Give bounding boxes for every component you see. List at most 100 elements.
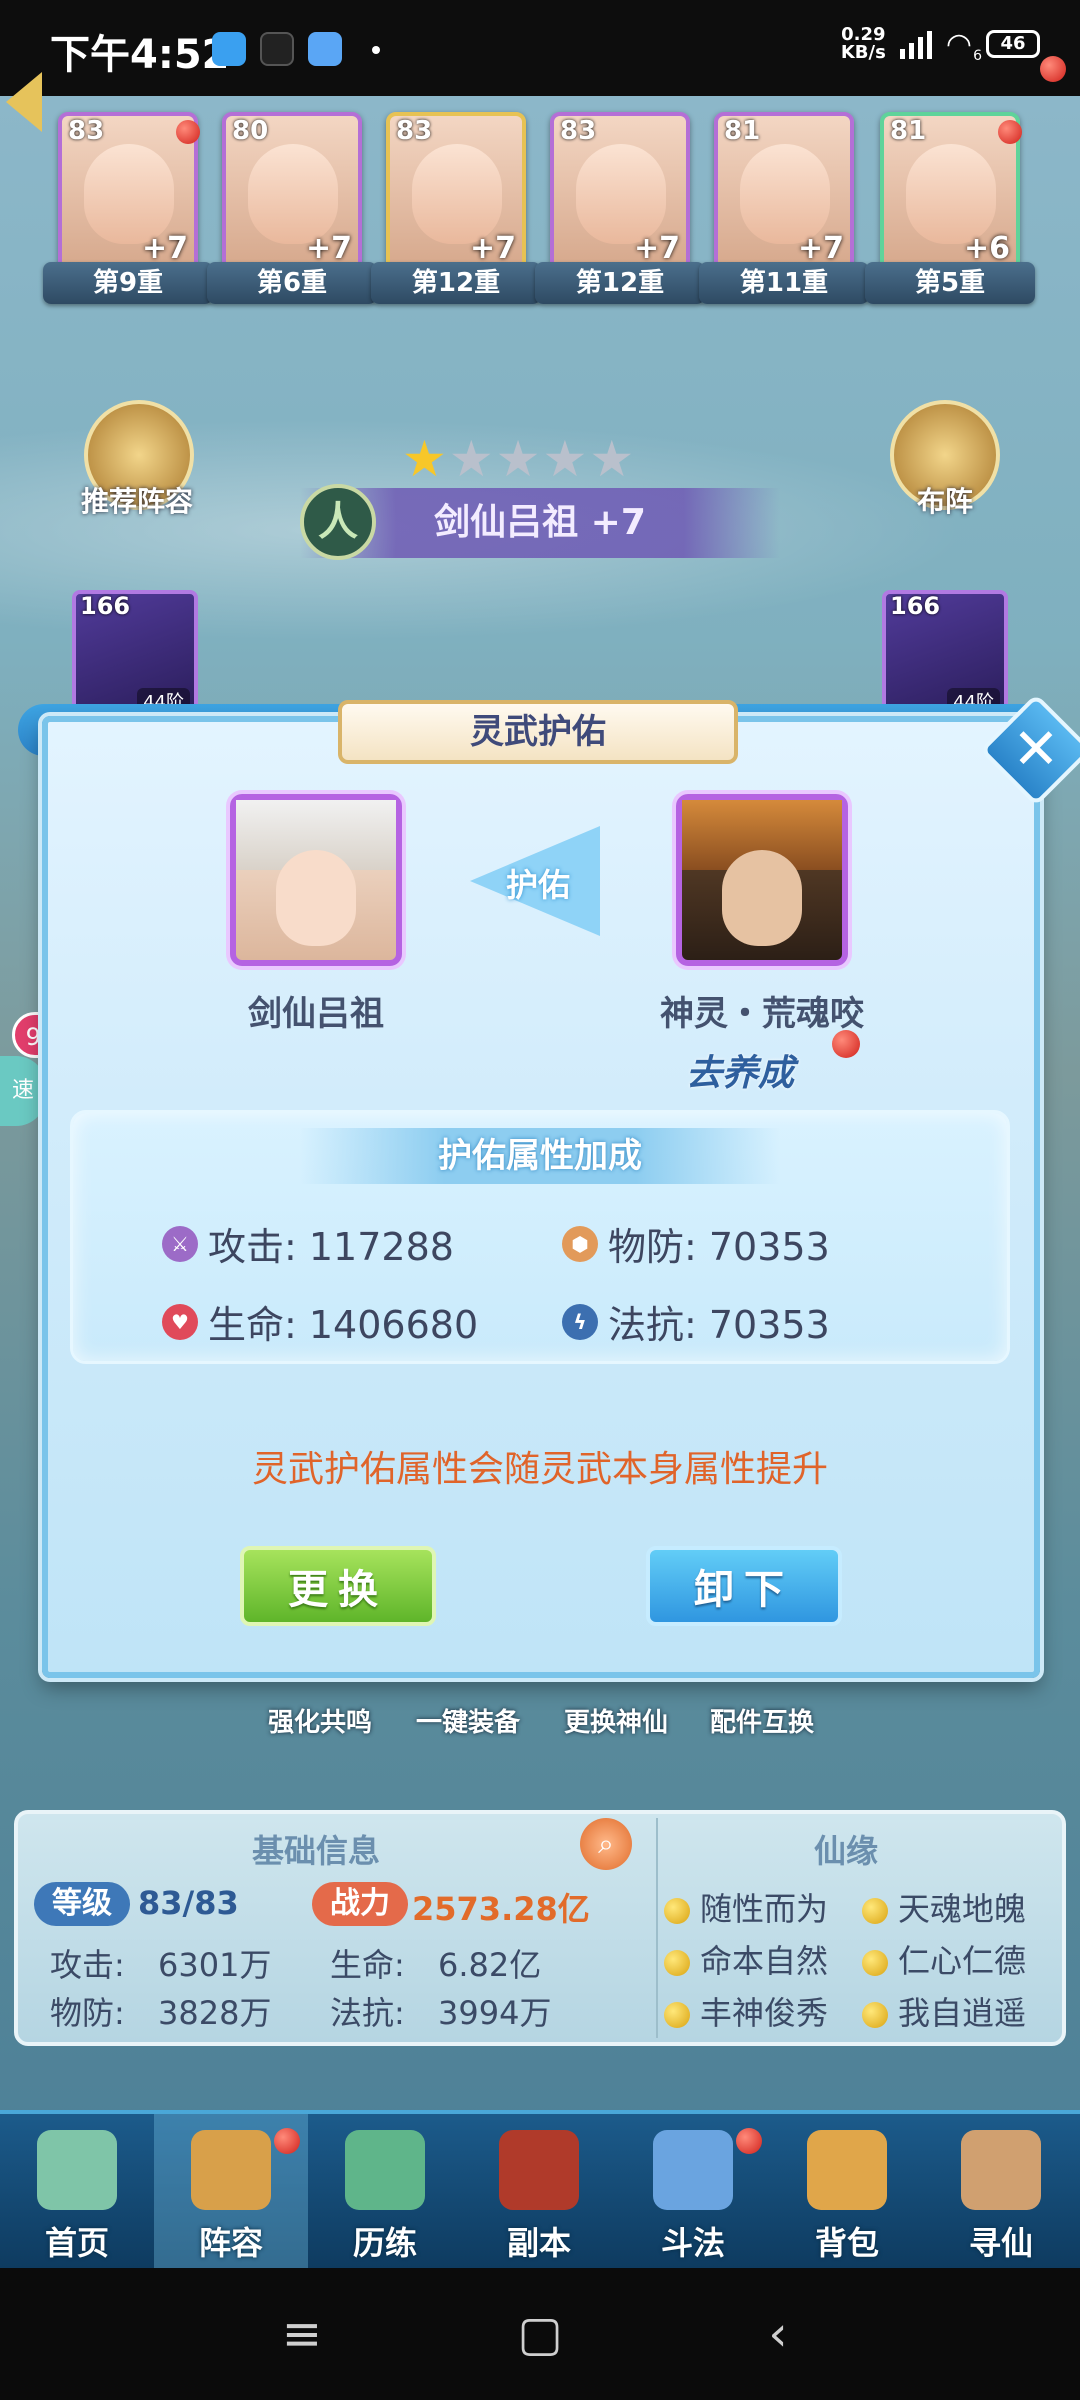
action-change-god[interactable]: 更换神仙 — [536, 1702, 696, 1739]
nav-item[interactable]: 历练 — [308, 2114, 462, 2272]
nav-label: 背包 — [814, 2224, 879, 2262]
hero-card[interactable]: 83 +7 — [58, 112, 200, 272]
weapon-right[interactable]: 166 44阶 — [882, 590, 1008, 720]
hero-card-reddot — [998, 120, 1022, 144]
nav-item[interactable]: 背包 — [770, 2114, 924, 2272]
star-icon: ★ — [542, 430, 590, 488]
back-icon[interactable]: ‹ — [748, 2304, 808, 2364]
fate-item[interactable]: 随性而为 — [664, 1884, 828, 1930]
battery-icon: 46 — [986, 30, 1040, 58]
fate-item[interactable]: 仁心仁德 — [862, 1936, 1026, 1982]
nav-item[interactable]: 阵容 — [154, 2114, 308, 2272]
attack-label: 攻击: — [50, 1946, 125, 1984]
hero-card-level: 83 — [68, 116, 105, 146]
close-icon[interactable]: ✕ — [996, 710, 1076, 790]
nav-label: 副本 — [506, 2224, 571, 2262]
fate-label: 我自逍遥 — [898, 1994, 1027, 2032]
status-bar: 下午4:52 0.29 KB/s ◠ 6 46 — [0, 0, 1080, 96]
bonus-title: 护佑属性加成 — [300, 1128, 780, 1184]
fate-item[interactable]: 天魂地魄 — [862, 1884, 1026, 1930]
nav-reddot — [274, 2128, 300, 2154]
hero-portrait — [906, 144, 996, 244]
fate-bullet-icon — [862, 1898, 888, 1924]
unload-button[interactable]: 卸下 — [646, 1546, 842, 1626]
formation-label: 布阵 — [916, 485, 973, 518]
nav-label: 斗法 — [660, 2224, 725, 2262]
fate-item[interactable]: 丰神俊秀 — [664, 1988, 828, 2034]
hero-card-plus: +7 — [797, 231, 844, 266]
star-icon: ★ — [402, 430, 449, 488]
sword-icon: ⚔ — [162, 1225, 198, 1262]
hero-stars: ★★★★★ — [402, 430, 636, 488]
hero-portrait — [412, 144, 502, 244]
net-speed: 0.29 KB/s — [841, 26, 886, 62]
fate-label: 丰神俊秀 — [700, 1994, 829, 2032]
nav-item[interactable]: 斗法 — [616, 2114, 770, 2272]
action-resonance[interactable]: 强化共鸣 — [240, 1702, 400, 1739]
nav-reddot — [736, 2128, 762, 2154]
level-value: 83/83 — [138, 1884, 239, 1922]
hero-stage-label: 第12重 — [535, 262, 705, 304]
level-tag: 等级 — [34, 1882, 130, 1926]
hp-value: 6.82亿 — [438, 1946, 542, 1984]
recommend-lineup-label: 推荐阵容 — [80, 485, 193, 518]
nav-label: 首页 — [44, 2224, 109, 2262]
fate-item[interactable]: 我自逍遥 — [862, 1988, 1026, 2034]
action-auto-equip[interactable]: 一键装备 — [388, 1702, 548, 1739]
hero-card[interactable]: 83 +7 — [386, 112, 526, 272]
fate-bullet-icon — [664, 1950, 690, 1976]
hero-card-level: 81 — [724, 116, 761, 146]
nurture-reddot — [832, 1030, 860, 1058]
hero-card[interactable]: 81 +7 — [714, 112, 854, 272]
home-square-icon[interactable]: ▢ — [510, 2304, 570, 2364]
hero-card[interactable]: 80 +7 — [222, 112, 362, 272]
nav-label: 阵容 — [198, 2224, 263, 2262]
hero-card-plus: +7 — [305, 231, 352, 266]
attr-mres-text: 法抗: 70353 — [608, 1303, 830, 1347]
hero-card[interactable]: 83 +7 — [550, 112, 690, 272]
battle-icon — [653, 2130, 733, 2210]
system-nav-bar: ≡ ▢ ‹ — [0, 2268, 1080, 2400]
more-notifications-dot — [372, 46, 380, 54]
mres-label: 法抗: — [330, 1994, 405, 2032]
protect-arrow: 护佑 — [470, 826, 600, 936]
bag-icon — [807, 2130, 887, 2210]
spirit-weapon-avatar[interactable] — [676, 794, 848, 966]
hero-card[interactable]: 81 +6 — [880, 112, 1022, 272]
seek-immortal-icon — [961, 2130, 1041, 2210]
hero-card-level: 83 — [560, 116, 597, 146]
modal-title: 灵武护佑 — [338, 700, 738, 764]
menu-icon[interactable]: ≡ — [272, 2304, 332, 2364]
app-notification-icon — [212, 32, 246, 66]
scroll-left-arrow-icon[interactable] — [6, 72, 42, 132]
status-right: 0.29 KB/s ◠ 6 46 — [841, 26, 1040, 64]
hero-card-plus: +7 — [469, 231, 516, 266]
hero-avatar[interactable] — [230, 794, 402, 966]
nav-item[interactable]: 首页 — [0, 2114, 154, 2272]
fate-label: 天魂地魄 — [898, 1890, 1027, 1928]
fate-item[interactable]: 命本自然 — [664, 1936, 828, 1982]
hero-portrait — [576, 144, 666, 244]
hero-card-plus: +7 — [633, 231, 680, 266]
weapon-left-level: 166 — [80, 592, 131, 620]
action-swap-parts[interactable]: 配件互换 — [682, 1702, 842, 1739]
nav-label: 历练 — [352, 2224, 417, 2262]
attack-value: 6301万 — [158, 1946, 272, 1984]
replace-button[interactable]: 更换 — [240, 1546, 436, 1626]
power-value: 2573.28亿 — [412, 1890, 590, 1928]
hero-stage-label: 第12重 — [371, 262, 541, 304]
attr-hp: ♥ 生命: 1406680 — [162, 1294, 478, 1349]
hint-text: 灵武护佑属性会随灵武本身属性提升 — [251, 1449, 828, 1490]
bottom-nav: 首页 阵容 历练 副本 斗法 背包 寻仙 — [0, 2110, 1080, 2272]
weapon-left[interactable]: 166 44阶 — [72, 590, 198, 720]
search-icon[interactable]: ⌕ — [580, 1818, 632, 1870]
avatar-face — [276, 850, 356, 946]
nurture-link[interactable]: 去养成 — [686, 1044, 794, 1096]
nav-item[interactable]: 寻仙 — [924, 2114, 1078, 2272]
lineup-icon — [191, 2130, 271, 2210]
wifi-sub: 6 — [973, 47, 982, 64]
hero-card-level: 81 — [890, 116, 927, 146]
pdef-value: 3828万 — [158, 1994, 272, 2032]
hero-card-plus: +7 — [141, 231, 188, 266]
nav-item[interactable]: 副本 — [462, 2114, 616, 2272]
